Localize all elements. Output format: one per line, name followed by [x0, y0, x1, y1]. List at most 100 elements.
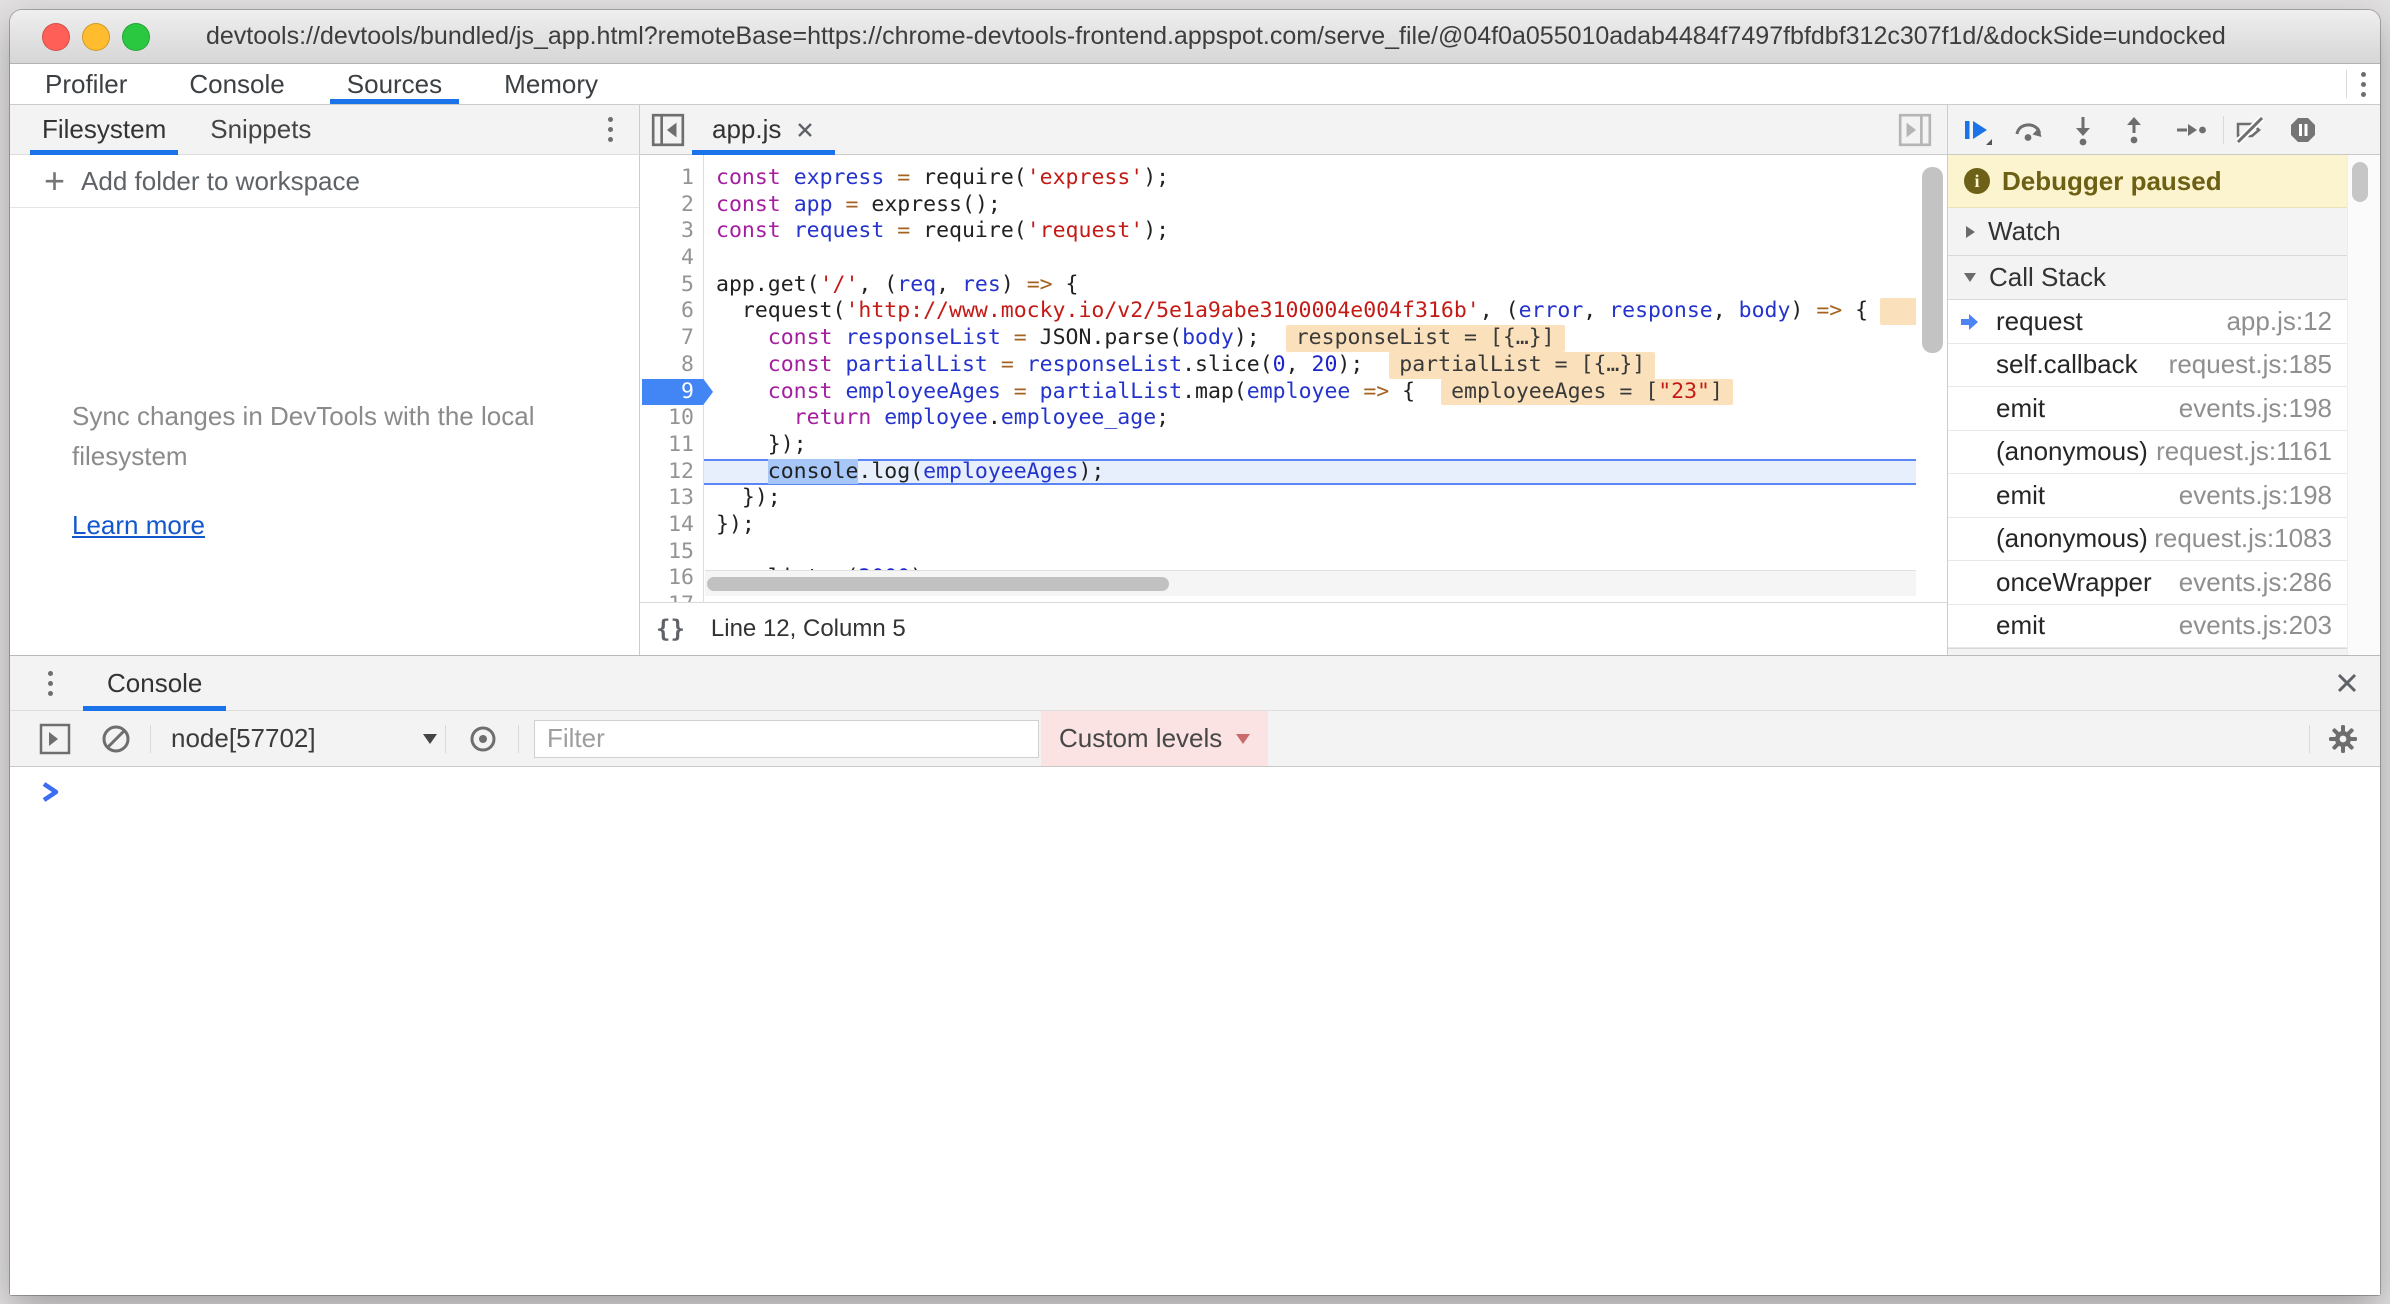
step-over-button[interactable]: [2006, 108, 2050, 152]
sidebar-scrollbar-thumb[interactable]: [2352, 162, 2368, 202]
line-number[interactable]: 15: [640, 539, 703, 566]
live-expression-eye-icon[interactable]: [468, 724, 498, 754]
line-number[interactable]: 7: [640, 325, 703, 352]
line-number[interactable]: 5: [640, 272, 703, 299]
code-line-4[interactable]: [704, 245, 1916, 272]
sidebar-scrollbar-track[interactable]: [2347, 155, 2380, 655]
frame-location: request.js:1083: [2154, 523, 2332, 554]
line-number[interactable]: 14: [640, 512, 703, 539]
call-stack-frame[interactable]: (anonymous)request.js:1083: [1948, 518, 2348, 562]
deactivate-breakpoints-icon: [2233, 113, 2267, 147]
line-number[interactable]: 2: [640, 192, 703, 219]
deactivate-breakpoints-button[interactable]: [2228, 108, 2272, 152]
frame-function-name: request: [1996, 306, 2083, 337]
pause-on-exceptions-button[interactable]: [2281, 108, 2325, 152]
editor-tab-appjs[interactable]: app.js: [692, 105, 835, 154]
step-into-button[interactable]: [2061, 108, 2105, 152]
code-line-14[interactable]: });: [704, 512, 1916, 539]
tab-sources[interactable]: Sources: [330, 64, 459, 104]
call-stack-frame[interactable]: requestapp.js:12: [1948, 300, 2348, 344]
navigator-menu-kebab-icon[interactable]: [594, 109, 627, 150]
main-panel-tabbar: Profiler Console Sources Memory: [10, 64, 2380, 105]
watch-label: Watch: [1988, 216, 2061, 247]
code-line-5[interactable]: app.get('/', (req, res) => {: [704, 272, 1916, 299]
tab-memory[interactable]: Memory: [487, 64, 615, 104]
code-line-2[interactable]: const app = express();: [704, 192, 1916, 219]
code-line-11[interactable]: });: [704, 432, 1916, 459]
collapse-left-panel-icon[interactable]: [650, 112, 686, 148]
frame-location: events.js:198: [2179, 480, 2332, 511]
watch-section-header[interactable]: Watch: [1948, 208, 2348, 256]
breakpoint-line-number[interactable]: 9: [640, 379, 703, 406]
close-drawer-icon[interactable]: [2334, 670, 2360, 696]
code-line-3[interactable]: const request = require('request');: [704, 218, 1916, 245]
code-line-8[interactable]: const partialList = responseList.slice(0…: [704, 352, 1916, 379]
editor-gutter[interactable]: 1234567891011121314151617: [640, 155, 704, 602]
line-number[interactable]: 8: [640, 352, 703, 379]
pretty-print-icon[interactable]: {}: [656, 615, 685, 643]
line-number[interactable]: 1: [640, 165, 703, 192]
line-number[interactable]: 12: [640, 459, 703, 486]
code-pane[interactable]: const express = require('express');const…: [704, 155, 1916, 602]
console-drawer: Console node[57702]: [10, 655, 2380, 1295]
tab-console[interactable]: Console: [172, 64, 301, 104]
code-line-15[interactable]: [704, 539, 1916, 566]
code-line-7[interactable]: const responseList = JSON.parse(body);re…: [704, 325, 1916, 352]
navigator-tab-snippets[interactable]: Snippets: [198, 105, 323, 154]
console-filter-input[interactable]: [534, 720, 1039, 758]
console-settings-gear-icon[interactable]: [2326, 722, 2360, 756]
horizontal-scrollbar[interactable]: [705, 570, 1916, 596]
line-number[interactable]: 3: [640, 218, 703, 245]
code-line-6[interactable]: request('http://www.mocky.io/v2/5e1a9abe…: [704, 298, 1916, 325]
close-window-button[interactable]: [42, 23, 70, 51]
toolbar-divider: [2309, 725, 2310, 753]
line-number[interactable]: 16: [640, 565, 703, 592]
show-console-sidebar-icon[interactable]: [38, 722, 72, 756]
code-line-9[interactable]: const employeeAges = partialList.map(emp…: [704, 379, 1916, 406]
call-stack-section-header[interactable]: Call Stack: [1948, 256, 2348, 300]
line-number[interactable]: 17: [640, 592, 703, 602]
line-number[interactable]: 11: [640, 432, 703, 459]
execution-context-selector[interactable]: node[57702]: [171, 723, 437, 754]
step-out-button[interactable]: [2112, 108, 2156, 152]
call-stack-frame[interactable]: self.callbackrequest.js:185: [1948, 344, 2348, 388]
call-stack-frame[interactable]: emitevents.js:198: [1948, 474, 2348, 518]
vertical-scrollbar-thumb[interactable]: [1922, 167, 1943, 353]
drawer-tab-console[interactable]: Console: [83, 656, 226, 710]
frame-location: events.js:286: [2179, 567, 2332, 598]
frame-location: events.js:198: [2179, 393, 2332, 424]
navigator-tab-filesystem[interactable]: Filesystem: [30, 105, 178, 154]
clear-console-icon[interactable]: [100, 723, 132, 755]
call-stack-frame[interactable]: onceWrapperevents.js:286: [1948, 561, 2348, 605]
drawer-menu-kebab-icon[interactable]: [34, 663, 67, 704]
add-folder-button[interactable]: + Add folder to workspace: [10, 155, 639, 208]
main-menu-kebab-icon[interactable]: [2347, 64, 2380, 105]
line-number[interactable]: 10: [640, 405, 703, 432]
zoom-window-button[interactable]: [122, 23, 150, 51]
horizontal-scrollbar-thumb[interactable]: [707, 577, 1169, 591]
minimize-window-button[interactable]: [82, 23, 110, 51]
console-toolbar: node[57702] Custom levels: [10, 711, 2380, 767]
line-number[interactable]: 4: [640, 245, 703, 272]
code-line-12[interactable]: console.log(employeeAges);: [704, 459, 1916, 486]
step-button[interactable]: [2169, 108, 2213, 152]
learn-more-link[interactable]: Learn more: [72, 510, 639, 541]
tab-profiler[interactable]: Profiler: [28, 64, 144, 104]
code-line-1[interactable]: const express = require('express');: [704, 165, 1916, 192]
step-over-icon: [2011, 113, 2045, 147]
resume-button[interactable]: [1954, 108, 1998, 152]
line-number[interactable]: 13: [640, 485, 703, 512]
line-number[interactable]: 6: [640, 298, 703, 325]
call-stack-frame[interactable]: (anonymous)request.js:1161: [1948, 431, 2348, 475]
call-stack-frame[interactable]: emitevents.js:198: [1948, 387, 2348, 431]
custom-levels-dropdown[interactable]: Custom levels: [1041, 711, 1268, 766]
code-line-13[interactable]: });: [704, 485, 1916, 512]
step-out-icon: [2117, 113, 2151, 147]
close-tab-icon[interactable]: [795, 120, 815, 140]
console-output-area[interactable]: [10, 767, 2380, 1295]
code-line-10[interactable]: return employee.employee_age;: [704, 405, 1916, 432]
console-tab-label: Console: [107, 668, 202, 699]
expand-right-panel-icon[interactable]: [1897, 112, 1933, 148]
screenshot-stage: devtools://devtools/bundled/js_app.html?…: [0, 0, 2390, 1304]
call-stack-frame[interactable]: emitevents.js:203: [1948, 605, 2348, 649]
